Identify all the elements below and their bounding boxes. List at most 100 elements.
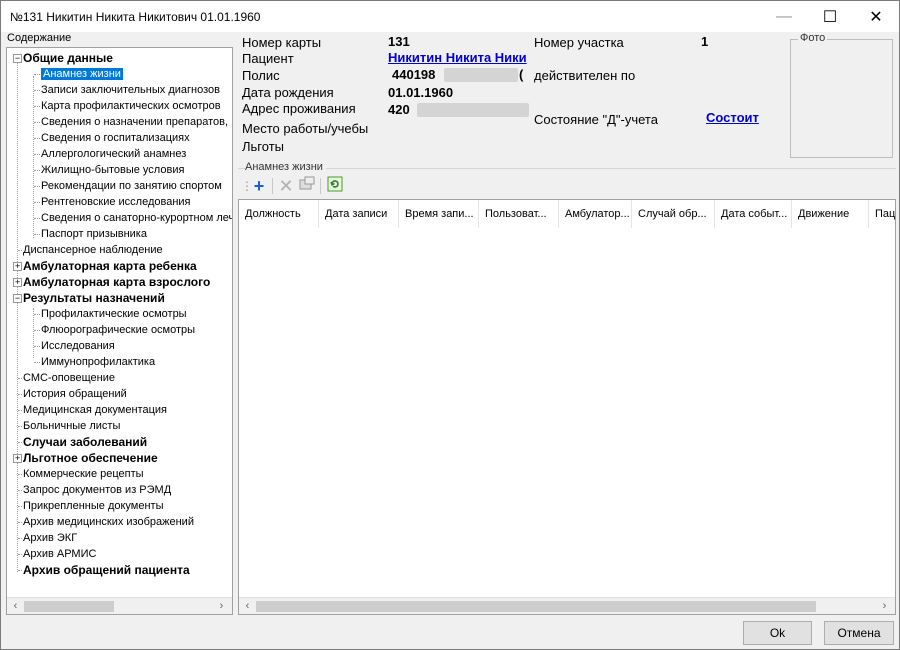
tree-item-label: Карта профилактических осмотров <box>41 100 221 112</box>
policy-suffix: ( <box>519 67 524 82</box>
tree-item[interactable]: Архив медицинских изображений <box>23 514 194 530</box>
grid-hscrollbar[interactable]: ‹ › <box>239 597 895 614</box>
photo-label: Фото <box>798 32 828 44</box>
expand-icon[interactable]: + <box>13 454 22 463</box>
column-header[interactable]: Пользоват... <box>479 200 559 228</box>
tree-caption: Содержание <box>7 32 72 44</box>
tree-item[interactable]: Паспорт призывника <box>41 226 147 242</box>
tree-item[interactable]: Архив АРМИС <box>23 546 96 562</box>
refresh-icon[interactable] <box>325 175 345 197</box>
scroll-left-icon[interactable]: ‹ <box>239 598 256 614</box>
tree-item[interactable]: Общие данные <box>23 50 113 66</box>
column-header[interactable]: Пац <box>869 200 895 228</box>
tree-item[interactable]: Больничные листы <box>23 418 120 434</box>
tree-item[interactable]: Рекомендации по занятию спортом <box>41 178 222 194</box>
section-divider <box>238 168 896 169</box>
tree-item[interactable]: Диспансерное наблюдение <box>23 242 163 258</box>
tree-item-label: Диспансерное наблюдение <box>23 244 163 256</box>
tree-item[interactable]: Запрос документов из РЭМД <box>23 482 171 498</box>
tree-item[interactable]: Иммунопрофилактика <box>41 354 155 370</box>
tree-item-label: Сведения о госпитализациях <box>41 132 190 144</box>
tree-item-label: Сведения о назначении препаратов, <box>41 116 229 128</box>
redacted-policy <box>444 68 518 82</box>
address-label: Адрес проживания <box>242 101 356 116</box>
expand-icon[interactable]: + <box>13 262 22 271</box>
tree-item[interactable]: Сведения о назначении препаратов, <box>41 114 228 130</box>
scroll-thumb[interactable] <box>24 601 114 612</box>
tree-item[interactable]: Амбулаторная карта ребенка <box>23 258 197 274</box>
tree-item-label: Профилактические осмотры <box>41 308 187 320</box>
tree-item-label: Льготное обеспечение <box>23 451 158 465</box>
column-header[interactable]: Время запи... <box>399 200 479 228</box>
tree-item[interactable]: Сведения о госпитализациях <box>41 130 190 146</box>
column-header[interactable]: Должность <box>239 200 319 228</box>
delete-x-icon[interactable]: ✕ <box>276 175 296 197</box>
redacted-address <box>417 103 529 117</box>
tree-item-label: Сведения о санаторно-курортном лече <box>41 212 233 224</box>
tree-item[interactable]: Коммерческие рецепты <box>23 466 144 482</box>
tree-item[interactable]: СМС-оповещение <box>23 370 115 386</box>
tree-item[interactable]: История обращений <box>23 386 127 402</box>
tree-item-label: Записи заключительных диагнозов <box>41 84 220 96</box>
tree-item[interactable]: Карта профилактических осмотров <box>41 98 221 114</box>
tree-item-label: Коммерческие рецепты <box>23 468 144 480</box>
close-icon[interactable]: ✕ <box>853 1 899 32</box>
tree-item-label: Амбулаторная карта взрослого <box>23 275 211 289</box>
tree-item[interactable]: Рентгеновские исследования <box>41 194 191 210</box>
collapse-icon[interactable]: − <box>13 54 22 63</box>
tree-item[interactable]: Сведения о санаторно-курортном лече <box>41 210 233 226</box>
scroll-right-icon[interactable]: › <box>876 598 893 614</box>
tree-item-label: Прикрепленные документы <box>23 500 164 512</box>
tree-item[interactable]: Льготное обеспечение <box>23 450 158 466</box>
tree-item[interactable]: Архив ЭКГ <box>23 530 77 546</box>
maximize-icon[interactable]: ☐ <box>807 1 853 32</box>
tree-item[interactable]: Случаи заболеваний <box>23 434 147 450</box>
minimize-icon[interactable]: — <box>761 1 807 32</box>
tree-item-label: Амбулаторная карта ребенка <box>23 259 197 273</box>
work-label: Место работы/учебы <box>242 121 369 136</box>
tree-item-label: Архив АРМИС <box>23 548 97 560</box>
tree-item-label: Архив ЭКГ <box>23 532 78 544</box>
scroll-thumb[interactable] <box>256 601 816 612</box>
tree-item[interactable]: Архив обращений пациента <box>23 562 190 578</box>
tree-item[interactable]: Аллергологический анамнез <box>41 146 186 162</box>
column-header[interactable]: Дата событ... <box>715 200 792 228</box>
tree-item[interactable]: Профилактические осмотры <box>41 306 187 322</box>
column-header[interactable]: Движение <box>792 200 869 228</box>
d-status-link[interactable]: Состоит <box>706 110 759 125</box>
column-header[interactable]: Дата записи <box>319 200 399 228</box>
dob-value: 01.01.1960 <box>388 85 454 100</box>
tree-item[interactable]: Флюорографические осмотры <box>41 322 195 338</box>
properties-icon[interactable] <box>297 175 317 197</box>
ok-button[interactable]: Ok <box>743 621 812 645</box>
tree-item-label: Общие данные <box>23 51 113 65</box>
column-header[interactable]: Амбулатор... <box>559 200 632 228</box>
tree-item[interactable]: Жилищно-бытовые условия <box>41 162 184 178</box>
column-header[interactable]: Случай обр... <box>632 200 715 228</box>
tree-item-label: Иммунопрофилактика <box>41 356 156 368</box>
tree-item[interactable]: Амбулаторная карта взрослого <box>23 274 210 290</box>
tree-item[interactable]: Прикрепленные документы <box>23 498 164 514</box>
tree-item[interactable]: Медицинская документация <box>23 402 167 418</box>
tree-item[interactable]: Результаты назначений <box>23 290 165 306</box>
anamnesis-grid[interactable]: Должность Дата записи Время запи... Пользов… <box>238 199 896 615</box>
collapse-icon[interactable]: − <box>13 294 22 303</box>
tree-item-label: Результаты назначений <box>23 291 165 305</box>
plus-icon[interactable]: + <box>249 175 269 197</box>
expand-icon[interactable]: + <box>13 278 22 287</box>
patient-name-link[interactable]: Никитин Никита Ники <box>388 50 527 65</box>
tree-item-label: Случаи заболеваний <box>23 435 148 449</box>
tree-hscrollbar[interactable]: ‹ › <box>7 597 232 614</box>
tree-item-label: Архив медицинских изображений <box>23 516 194 528</box>
card-number-value: 131 <box>388 34 410 49</box>
scroll-left-icon[interactable]: ‹ <box>7 598 24 614</box>
policy-valid-label: действителен по <box>534 68 636 83</box>
contents-tree[interactable]: Общие данные − Анамнез жизни Записи заключи… <box>6 47 233 615</box>
scroll-right-icon[interactable]: › <box>213 598 230 614</box>
tree-item[interactable]: Исследования <box>41 338 115 354</box>
cancel-button[interactable]: Отмена <box>824 621 894 645</box>
tree-item-label: Запрос документов из РЭМД <box>23 484 172 496</box>
section-title: Анамнез жизни <box>245 161 326 173</box>
tree-item[interactable]: Записи заключительных диагнозов <box>41 82 220 98</box>
tree-item[interactable]: Анамнез жизни <box>41 66 123 82</box>
